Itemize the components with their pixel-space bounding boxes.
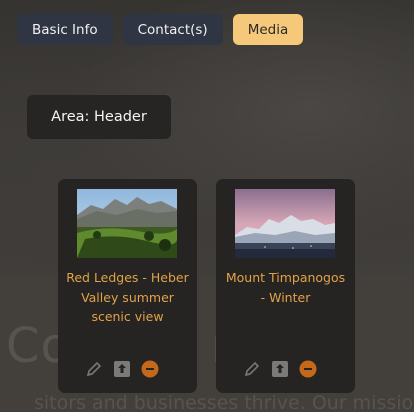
media-caption: Red Ledges - Heber Valley summer scenic … [66, 270, 189, 324]
media-card: Red Ledges - Heber Valley summer scenic … [58, 179, 197, 393]
upload-icon[interactable] [113, 360, 131, 378]
media-actions [243, 360, 317, 378]
area-label: Area: Header [27, 95, 171, 139]
upload-icon[interactable] [271, 360, 289, 378]
media-card: Mount Timpanogos - Winter [216, 179, 355, 393]
tab-media[interactable]: Media [232, 14, 304, 45]
pencil-icon[interactable] [243, 360, 261, 378]
media-actions [85, 360, 159, 378]
remove-icon[interactable] [141, 360, 159, 378]
remove-icon[interactable] [299, 360, 317, 378]
tab-basic-info[interactable]: Basic Info [17, 14, 113, 45]
tab-bar: Basic Info Contact(s) Media [17, 14, 304, 45]
media-thumbnail[interactable] [235, 189, 335, 258]
media-caption: Mount Timpanogos - Winter [225, 270, 346, 305]
pencil-icon[interactable] [85, 360, 103, 378]
background-subtext: sitors and businesses thrive. Our missio… [34, 392, 414, 412]
tab-contacts[interactable]: Contact(s) [122, 14, 223, 45]
media-thumbnail[interactable] [77, 189, 177, 258]
